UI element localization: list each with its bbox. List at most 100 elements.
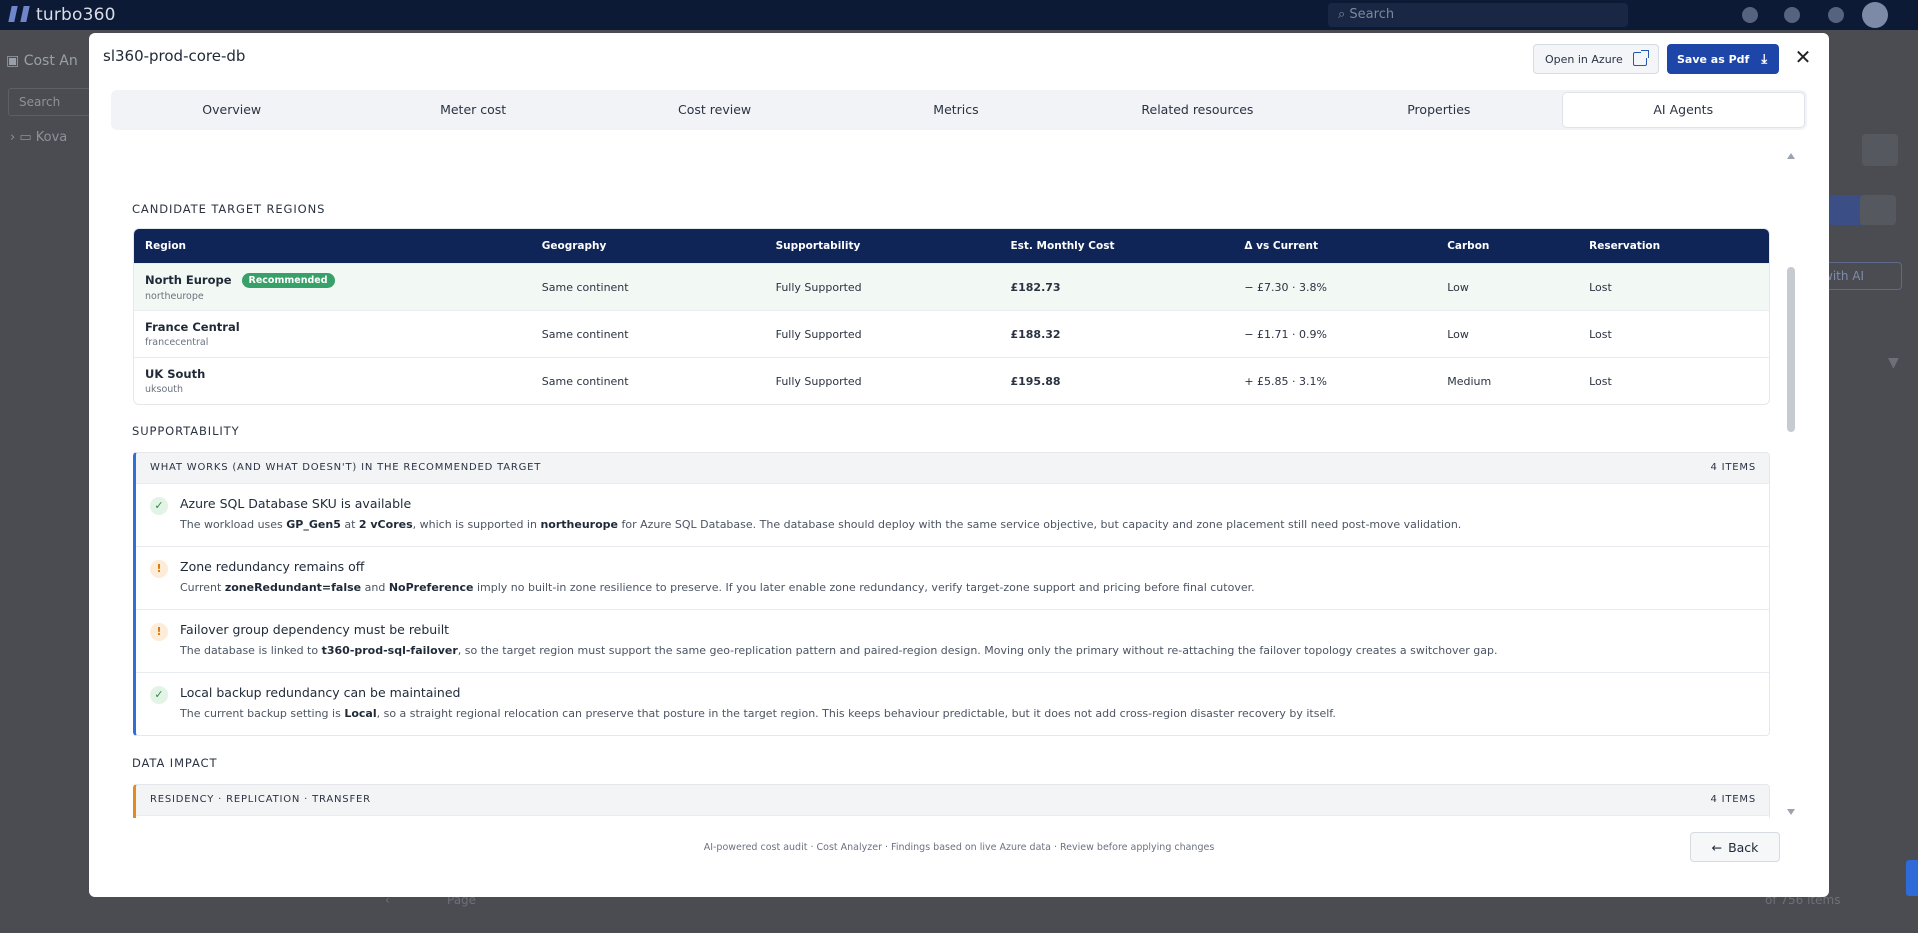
- download-icon: ⤓: [1761, 51, 1768, 67]
- tab-metrics[interactable]: Metrics: [835, 90, 1076, 130]
- supportability-cell: Fully Supported: [775, 374, 862, 388]
- finding-description: The current backup setting is Local, so …: [180, 707, 1336, 720]
- column-header-reservation[interactable]: Reservation: [1589, 229, 1769, 263]
- data-impact-panel-header: RESIDENCY · REPLICATION · TRANSFER 4 ITE…: [136, 785, 1769, 815]
- delta-cell: − £1.71 · 0.9%: [1244, 327, 1327, 341]
- region-code: uksouth: [145, 384, 184, 395]
- finding-description: Current zoneRedundant=false and NoPrefer…: [180, 581, 1255, 594]
- back-button-label: Back: [1728, 839, 1759, 855]
- table-row[interactable]: France Central francecentral Same contin…: [134, 310, 1769, 357]
- back-button[interactable]: ← Back: [1690, 832, 1780, 862]
- reservation-cell: Lost: [1589, 374, 1612, 388]
- app-topbar: turbo360 ⌕ Search: [0, 0, 1918, 30]
- data-impact-heading: DATA IMPACT: [132, 756, 218, 770]
- open-in-azure-button[interactable]: Open in Azure: [1533, 44, 1659, 74]
- finding-item: ! Zone redundancy remains off Current zone…: [136, 546, 1769, 609]
- supportability-heading: SUPPORTABILITY: [132, 424, 240, 438]
- candidate-regions-heading: CANDIDATE TARGET REGIONS: [132, 202, 326, 216]
- candidate-regions-table: Region Geography Supportability Est. Mon…: [133, 228, 1770, 405]
- finding-body: Zone redundancy remains off Current zoneR…: [180, 559, 1255, 609]
- region-cell: France Central francecentral: [134, 320, 542, 348]
- column-header-region[interactable]: Region: [134, 229, 542, 263]
- scrollbar-thumb[interactable]: [1787, 267, 1795, 432]
- geography-cell: Same continent: [541, 280, 629, 294]
- supportability-panel-header: WHAT WORKS (AND WHAT DOESN'T) IN THE REC…: [136, 453, 1769, 483]
- background-tree-item-label: Kova: [35, 130, 68, 145]
- background-collapse-button[interactable]: [1862, 134, 1898, 166]
- side-panel-tab[interactable]: [1906, 860, 1918, 896]
- resource-detail-modal: sl360-prod-core-db Open in Azure Save as…: [89, 33, 1829, 897]
- table-header: Region Geography Supportability Est. Mon…: [134, 229, 1769, 263]
- supportability-panel-title: WHAT WORKS (AND WHAT DOESN'T) IN THE REC…: [150, 462, 542, 473]
- table-row[interactable]: UK South uksouth Same continent Fully Su…: [134, 357, 1769, 404]
- tab-cost-review[interactable]: Cost review: [594, 90, 835, 130]
- check-icon: ✓: [150, 497, 168, 515]
- column-header-geography[interactable]: Geography: [542, 229, 776, 263]
- region-name: France Central: [145, 320, 240, 334]
- recommended-badge: Recommended: [241, 272, 335, 288]
- region-code: northeurope: [145, 290, 204, 302]
- gear-icon[interactable]: [1828, 7, 1844, 23]
- check-icon: ✓: [150, 686, 168, 704]
- cost-cell: £188.32: [1010, 327, 1061, 341]
- avatar[interactable]: [1862, 2, 1888, 28]
- global-search-placeholder: Search: [1349, 7, 1395, 22]
- column-header-monthly-cost[interactable]: Est. Monthly Cost: [1010, 229, 1244, 263]
- background-tree-item[interactable]: › ▭ Kova: [10, 130, 67, 145]
- delta-cell: − £7.30 · 3.8%: [1244, 280, 1327, 294]
- tab-ai-agents[interactable]: AI Agents: [1561, 92, 1805, 128]
- data-impact-panel-title: RESIDENCY · REPLICATION · TRANSFER: [150, 794, 371, 805]
- background-secondary-button[interactable]: [1860, 195, 1896, 225]
- finding-body: Failover group dependency must be rebuil…: [180, 622, 1497, 672]
- background-search-placeholder: Search: [19, 95, 61, 109]
- region-code: francecentral: [145, 337, 209, 348]
- detail-tabs: Overview Meter cost Cost review Metrics …: [111, 90, 1807, 130]
- filter-icon[interactable]: ▼: [1888, 355, 1899, 371]
- geography-cell: Same continent: [541, 327, 629, 341]
- footer-note: AI-powered cost audit · Cost Analyzer · …: [703, 842, 1215, 853]
- background-page-title-text: Cost An: [23, 53, 78, 69]
- open-in-azure-label: Open in Azure: [1545, 52, 1623, 66]
- region-name: UK South: [145, 367, 206, 381]
- warning-icon: !: [150, 623, 168, 641]
- app-logo: turbo360: [8, 5, 116, 25]
- global-search[interactable]: ⌕ Search: [1328, 3, 1628, 27]
- data-impact-item-count: 4 ITEMS: [1710, 794, 1756, 805]
- finding-title: Azure SQL Database SKU is available: [180, 496, 412, 511]
- finding-item: ✓ Azure SQL Database SKU is available The …: [136, 483, 1769, 546]
- scroll-up-icon[interactable]: [1787, 153, 1795, 159]
- finding-item: ✓ Local backup redundancy can be maintain…: [136, 672, 1769, 735]
- bell-icon[interactable]: [1784, 7, 1800, 23]
- reservation-cell: Lost: [1589, 280, 1612, 294]
- scroll-down-icon[interactable]: [1787, 809, 1795, 815]
- tab-properties[interactable]: Properties: [1318, 90, 1559, 130]
- app-name: turbo360: [36, 5, 116, 25]
- warning-icon: !: [150, 560, 168, 578]
- column-header-carbon[interactable]: Carbon: [1447, 229, 1589, 263]
- logo-mark-icon: [8, 6, 30, 22]
- tab-related-resources[interactable]: Related resources: [1077, 90, 1318, 130]
- finding-title: Zone redundancy remains off: [180, 559, 365, 574]
- finding-item: iWestern Europe residency changes with t…: [136, 815, 1769, 818]
- carbon-cell: Low: [1447, 327, 1469, 341]
- data-impact-items: iWestern Europe residency changes with t…: [136, 815, 1769, 818]
- ai-agents-content: CANDIDATE TARGET REGIONS Region Geograph…: [111, 148, 1790, 818]
- tab-meter-cost[interactable]: Meter cost: [352, 90, 593, 130]
- finding-item: ! Failover group dependency must be rebui…: [136, 609, 1769, 672]
- table-row[interactable]: North Europe Recommended northeurope Sam…: [134, 263, 1769, 310]
- finding-body: Local backup redundancy can be maintaine…: [180, 685, 1336, 735]
- tab-overview[interactable]: Overview: [111, 90, 352, 130]
- close-icon[interactable]: ✕: [1791, 45, 1815, 69]
- region-name-line: North Europe Recommended: [145, 272, 542, 288]
- finding-title: Local backup redundancy can be maintaine…: [180, 685, 461, 700]
- geography-cell: Same continent: [541, 374, 629, 388]
- announcement-icon[interactable]: [1742, 7, 1758, 23]
- column-header-delta[interactable]: Δ vs Current: [1244, 229, 1447, 263]
- supportability-items: ✓ Azure SQL Database SKU is available The …: [136, 483, 1769, 735]
- delta-cell: + £5.85 · 3.1%: [1244, 374, 1327, 388]
- save-as-pdf-button[interactable]: Save as Pdf ⤓: [1667, 44, 1779, 74]
- column-header-supportability[interactable]: Supportability: [776, 229, 1011, 263]
- finding-title: Failover group dependency must be rebuil…: [180, 622, 450, 637]
- supportability-item-count: 4 ITEMS: [1710, 462, 1756, 473]
- content-scrollbar[interactable]: [1784, 150, 1798, 818]
